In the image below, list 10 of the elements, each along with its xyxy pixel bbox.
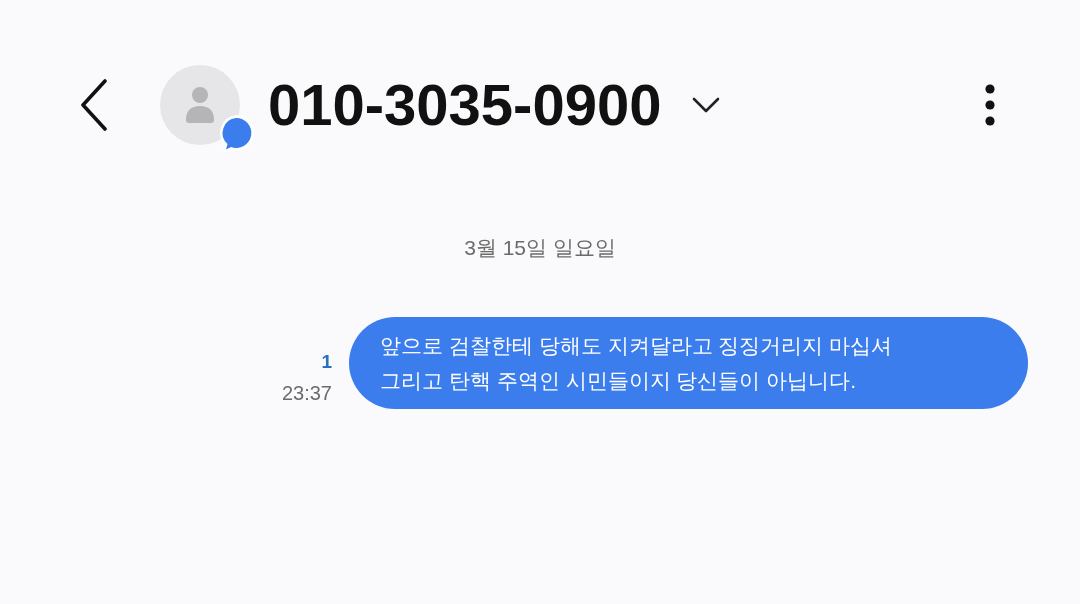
more-icon — [985, 84, 995, 126]
contact-name: 010-3035-0900 — [268, 71, 662, 139]
message-time: 23:37 — [281, 381, 332, 406]
message-bubble: 앞으로 검찰한테 당해도 지켜달라고 징징거리지 마십셔 그리고 탄핵 주역인 시민들이지 당신들이 아닙니다. — [349, 317, 1028, 409]
chevron-down-icon — [692, 97, 721, 113]
date-divider: 3월 15일 일요일 — [464, 235, 616, 261]
back-button[interactable] — [78, 78, 110, 132]
back-icon — [80, 79, 108, 131]
unread-count: 1 — [321, 350, 332, 374]
avatar-icon — [160, 65, 240, 145]
